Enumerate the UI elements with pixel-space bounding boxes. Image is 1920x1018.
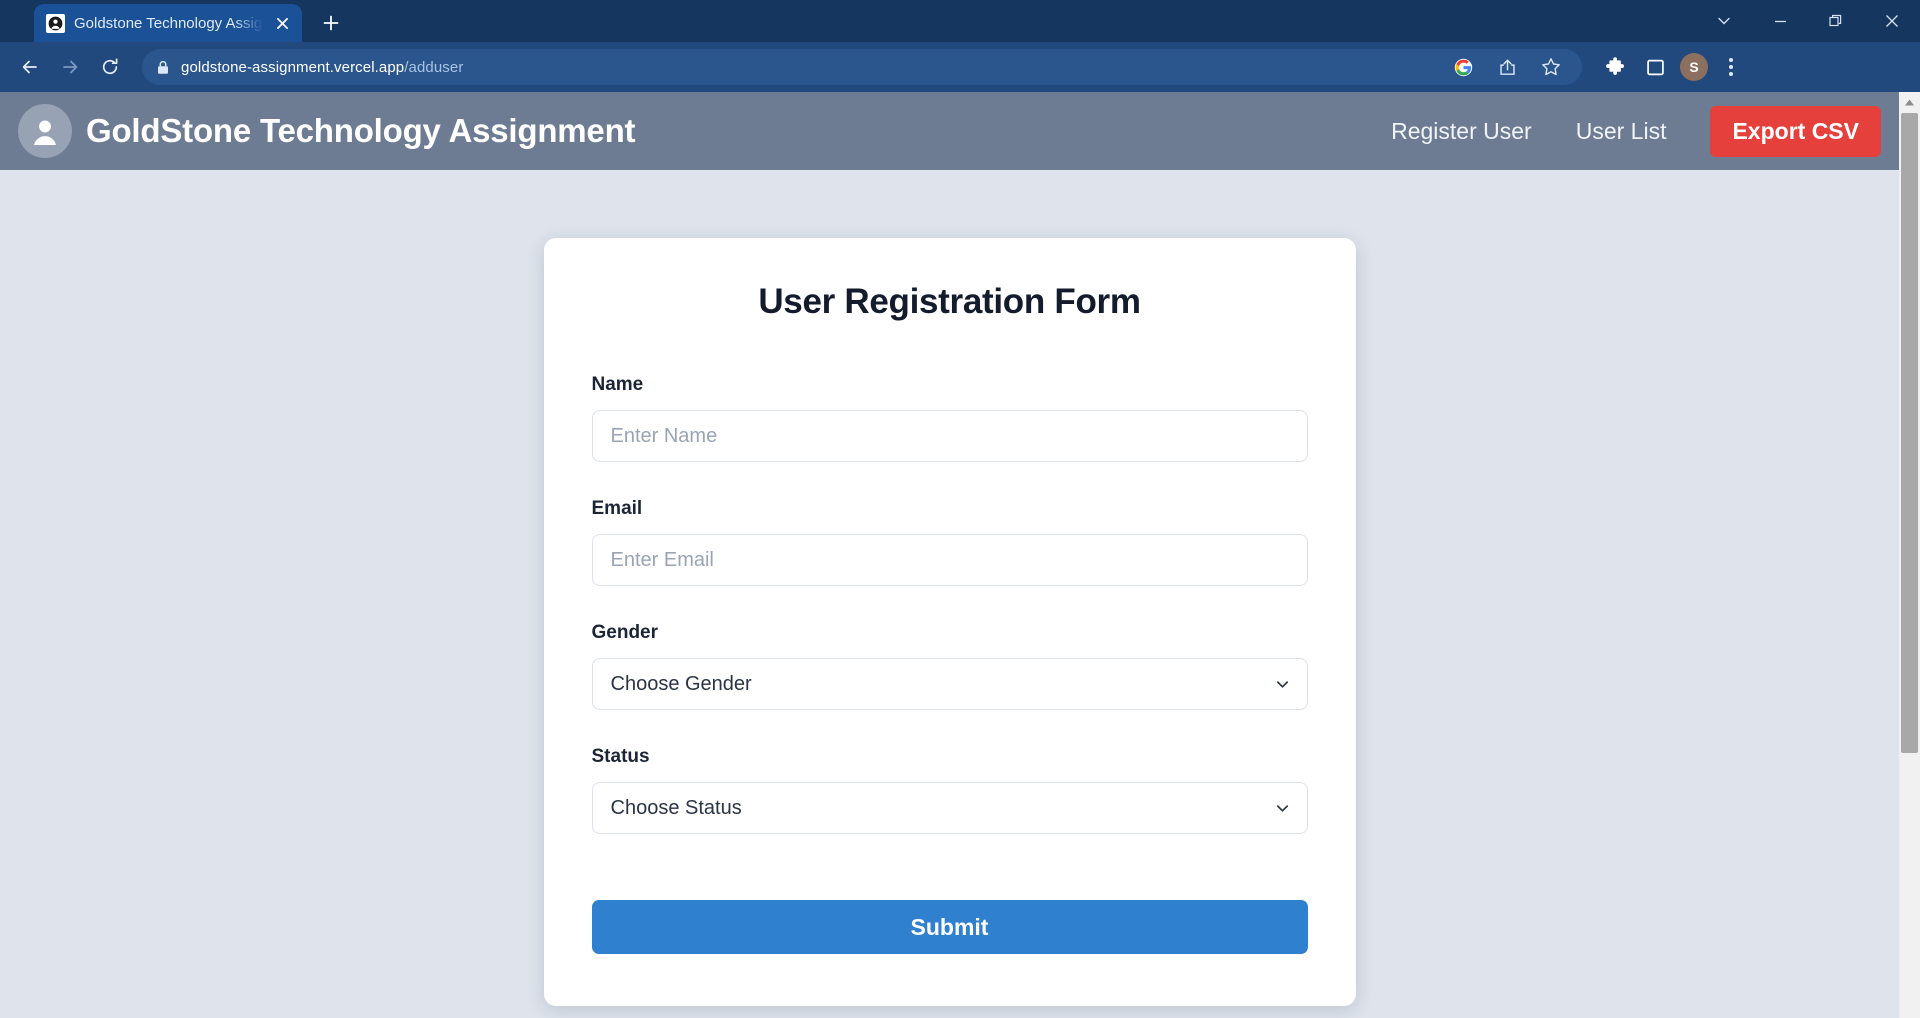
app-nav-links: Register User User List Export CSV — [1369, 105, 1899, 157]
url-host: goldstone-assignment.vercel.app — [181, 58, 405, 76]
scrollbar-track[interactable] — [1899, 113, 1920, 1018]
web-page: GoldStone Technology Assignment Register… — [0, 92, 1899, 1018]
share-icon[interactable] — [1492, 52, 1522, 82]
page-scrollbar[interactable] — [1899, 92, 1920, 1018]
minimize-icon — [1774, 20, 1786, 22]
status-select[interactable]: Choose StatusActiveInactive — [591, 782, 1308, 834]
submit-button[interactable]: Submit — [591, 900, 1308, 954]
side-panel-icon[interactable] — [1640, 52, 1670, 82]
email-input[interactable] — [591, 534, 1308, 586]
star-icon[interactable] — [1536, 52, 1566, 82]
scrollbar-thumb[interactable] — [1901, 113, 1918, 753]
name-label: Name — [591, 374, 644, 395]
tab-search-button[interactable] — [1696, 0, 1752, 42]
chevron-down-icon — [1718, 17, 1730, 25]
email-label: Email — [591, 498, 643, 519]
toolbar-actions: S — [1594, 52, 1744, 82]
restore-button[interactable] — [1808, 0, 1864, 42]
url-text: goldstone-assignment.vercel.app/adduser — [181, 59, 463, 76]
field-status: Status Choose StatusActiveInactive — [591, 746, 1308, 834]
nav-link-user-list[interactable]: User List — [1554, 112, 1689, 151]
form-area: User Registration Form Name Email Gender — [0, 170, 1899, 1006]
puzzle-icon[interactable] — [1600, 52, 1630, 82]
caret-up-icon — [1905, 99, 1914, 106]
brand[interactable]: GoldStone Technology Assignment — [18, 104, 636, 158]
brand-title: GoldStone Technology Assignment — [86, 112, 636, 149]
browser-tab[interactable]: Goldstone Technology Assignme — [34, 4, 302, 42]
profile-avatar[interactable]: S — [1680, 53, 1708, 81]
gender-select[interactable]: Choose GenderMaleFemaleOther — [591, 658, 1308, 710]
tab-strip: Goldstone Technology Assignme — [0, 0, 1920, 42]
plus-icon — [323, 15, 339, 31]
google-icon[interactable] — [1448, 52, 1478, 82]
close-window-button[interactable] — [1864, 0, 1920, 42]
omnibox-actions — [1448, 52, 1568, 82]
close-icon — [1886, 15, 1898, 27]
browser-window: Goldstone Technology Assignme — [0, 0, 1920, 1018]
reload-icon — [102, 58, 118, 75]
arrow-right-icon — [63, 60, 78, 74]
nav-link-register-user[interactable]: Register User — [1369, 112, 1554, 151]
page-viewport: GoldStone Technology Assignment Register… — [0, 92, 1920, 1018]
gender-label: Gender — [591, 622, 659, 643]
status-label: Status — [591, 746, 650, 767]
address-bar[interactable]: goldstone-assignment.vercel.app/adduser — [142, 49, 1582, 85]
export-csv-button[interactable]: Export CSV — [1710, 105, 1881, 157]
field-gender: Gender Choose GenderMaleFemaleOther — [591, 622, 1308, 710]
gender-select-wrap: Choose GenderMaleFemaleOther — [591, 658, 1308, 710]
scroll-up-button[interactable] — [1899, 92, 1920, 113]
name-input[interactable] — [591, 410, 1308, 462]
browser-toolbar: goldstone-assignment.vercel.app/adduser — [0, 42, 1920, 92]
user-avatar-icon — [46, 13, 65, 33]
tab-title: Goldstone Technology Assignme — [74, 14, 263, 32]
page-title: User Registration Form — [758, 282, 1141, 321]
forward-button[interactable] — [52, 49, 88, 85]
field-email: Email — [591, 498, 1308, 586]
user-circle-icon — [18, 104, 72, 158]
reload-button[interactable] — [92, 49, 128, 85]
window-controls — [1696, 0, 1920, 42]
restore-icon — [1829, 14, 1842, 27]
kebab-menu-icon[interactable] — [1718, 52, 1744, 82]
tab-close-icon[interactable] — [272, 13, 292, 33]
field-name: Name — [591, 374, 1308, 462]
url-path: /adduser — [404, 58, 464, 76]
app-navbar: GoldStone Technology Assignment Register… — [0, 92, 1899, 170]
registration-card: User Registration Form Name Email Gender — [543, 238, 1356, 1006]
status-select-wrap: Choose StatusActiveInactive — [591, 782, 1308, 834]
new-tab-button[interactable] — [314, 6, 348, 40]
lock-icon — [156, 60, 170, 75]
minimize-button[interactable] — [1752, 0, 1808, 42]
back-button[interactable] — [12, 49, 48, 85]
arrow-left-icon — [22, 60, 37, 74]
